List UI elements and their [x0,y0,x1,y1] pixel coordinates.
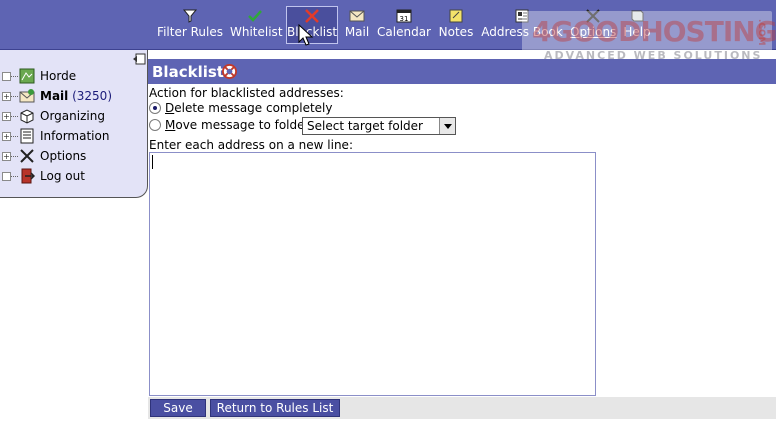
sidebar-item-options[interactable]: + Options [2,147,146,165]
envelope-icon [349,10,365,22]
toolbar-label: Whitelist [230,25,283,39]
watermark-brand: 4GOODHOSTING [532,15,776,48]
mail-count: (3250) [72,89,112,103]
tree-expander [2,72,11,81]
tree-expander-plus[interactable]: + [2,92,11,101]
sidebar-item-label: Information [40,129,110,143]
checkmark-icon [248,10,262,22]
toolbar-whitelist[interactable]: Whitelist [230,7,283,45]
toolbar-label: Mail [344,25,370,39]
sidebar-collapse-icon[interactable] [132,53,146,65]
information-icon [20,128,34,144]
save-button[interactable]: Save [150,399,206,417]
toolbar-label: Filter Rules [157,25,223,39]
toolbar-notes[interactable]: Notes [438,7,474,45]
tree-expander-plus[interactable]: + [2,132,11,141]
sidebar-item-label: Mail [40,89,69,103]
page-title-bar: Blacklist [148,59,776,84]
toolbar-calendar[interactable]: 31 Calendar [377,7,431,45]
watermark-suffix: .COM [756,19,766,46]
delete-radio-label: Delete message completely [165,101,332,115]
page-title: Blacklist [152,63,224,81]
mail-icon [19,89,35,103]
organizing-icon [20,109,34,124]
addresses-textarea[interactable] [149,152,596,396]
return-to-rules-button[interactable]: Return to Rules List [210,399,340,417]
move-radio-label: Move message to folder: [165,118,313,132]
sidebar-item-horde[interactable]: Horde [2,67,146,85]
mouse-cursor-icon [298,24,314,46]
horde-icon [19,68,35,84]
tree-expander-plus[interactable]: + [2,112,11,121]
move-radio[interactable] [149,119,161,131]
toolbar-label: Notes [438,25,474,39]
delete-label-accesskey: D [165,101,175,115]
target-folder-select[interactable]: Select target folder [302,117,456,135]
button-bar: Save Return to Rules List [148,397,776,419]
sidebar-item-organizing[interactable]: + Organizing [2,107,146,125]
sidebar-item-label: Horde [40,69,77,83]
filter-icon [182,9,198,23]
move-label-rest: ove message to folder: [175,118,314,132]
tree-expander [2,172,11,181]
sidebar-item-logout[interactable]: Log out [2,167,146,185]
delete-label-rest: elete message completely [174,101,333,115]
sidebar-item-mail[interactable]: + Mail (3250) [2,87,146,105]
sidebar-item-label: Log out [40,169,85,183]
target-folder-value: Select target folder [307,119,423,133]
chevron-down-icon[interactable] [439,118,455,134]
sidebar-item-label: Options [40,149,87,163]
x-icon [305,9,319,23]
text-caret [152,155,153,169]
addresses-label: Enter each address on a new line: [149,138,353,152]
note-icon [449,9,463,23]
move-label-accesskey: M [165,118,176,132]
sidebar-item-label: Organizing [40,109,105,123]
action-label: Action for blacklisted addresses: [149,86,344,100]
logout-icon [21,168,35,184]
calendar-icon: 31 [396,9,412,23]
toolbar-mail[interactable]: Mail [344,7,370,45]
toolbar-filter-rules[interactable]: Filter Rules [157,7,223,45]
options-icon [20,149,34,163]
tree-expander-plus[interactable]: + [2,152,11,161]
toolbar-label: Calendar [377,25,431,39]
help-lifebuoy-icon[interactable] [222,64,237,79]
delete-radio[interactable] [149,102,161,114]
sidebar-item-information[interactable]: + Information [2,127,146,145]
sidebar: Horde + Mail (3250) + Organizing + Infor… [0,50,148,198]
svg-text:31: 31 [400,15,409,23]
